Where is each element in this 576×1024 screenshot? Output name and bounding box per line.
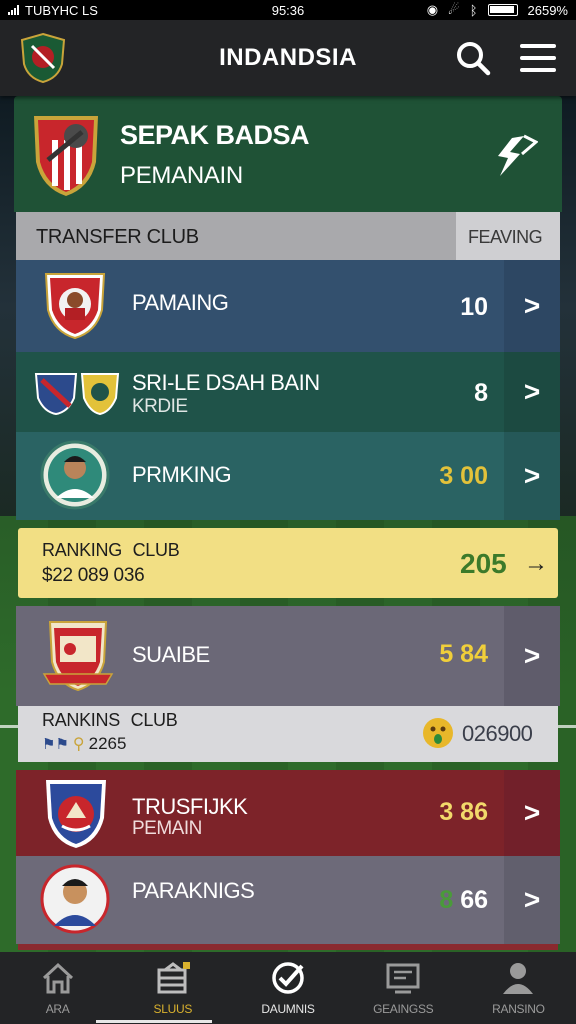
ranking-value: 026900: [462, 721, 533, 746]
row-value: 5 84: [439, 640, 488, 668]
row-chevron-button[interactable]: >: [504, 260, 560, 352]
nav-label: DAUMNIS: [261, 1002, 315, 1016]
clock: 95:36: [271, 2, 305, 18]
row-value: 8: [474, 379, 488, 407]
club-badge-icon: [34, 373, 78, 416]
home-icon: [42, 962, 73, 994]
chevron-right-icon: >: [523, 376, 541, 407]
ranking-card[interactable]: RANKING CLUB $22 089 036 205 →: [18, 528, 558, 598]
club-badge-icon: [44, 273, 106, 340]
battery-icon: [487, 4, 518, 16]
club-badge-icon: [80, 373, 120, 416]
wifi-icon: ☄: [448, 2, 460, 17]
list-item[interactable]: PAMAING 10 >: [16, 260, 560, 352]
emoji-icon: [423, 718, 453, 748]
signal-icon: [8, 5, 19, 15]
chevron-right-icon: >: [523, 884, 541, 915]
chevron-right-icon: >: [523, 640, 541, 671]
row-name: PAMAING: [132, 290, 229, 315]
player-avatar: [40, 440, 110, 510]
club-badge-icon: [46, 780, 106, 848]
row-chevron-button[interactable]: >: [504, 606, 560, 706]
nav-item-ransino[interactable]: RANSINO: [461, 952, 576, 1024]
list-item[interactable]: SRI-LE DSAH BAIN KRDIE 8 >: [16, 352, 560, 432]
app-header: INDANDSIA: [0, 20, 576, 96]
content-panel: SEPAK BADSA PEMANAIN TRANSFER CLUB FEAVI…: [14, 96, 562, 950]
row-chevron-button[interactable]: >: [504, 432, 560, 520]
active-tab-indicator: [96, 1020, 212, 1023]
nav-item-home[interactable]: ARA: [0, 952, 115, 1024]
tab-feaving[interactable]: FEAVING: [456, 212, 560, 260]
ranking-meta: ⚑⚑ ⚲ 2265: [42, 734, 126, 754]
ranking-card[interactable]: RANKINS CLUB ⚑⚑ ⚲ 2265 026900: [18, 706, 558, 762]
row-chevron-button[interactable]: >: [504, 770, 560, 856]
row-name: PRMKING: [132, 462, 232, 487]
row-name: SRI-LE DSAH BAIN: [132, 370, 320, 395]
bottom-navigation: ARA SLUUS DAUMNIS GEAINGSS RANSINO: [0, 952, 576, 1024]
tab-bar: TRANSFER CLUB FEAVING: [16, 212, 560, 260]
search-icon[interactable]: [455, 40, 491, 76]
row-value-prefix: 8: [439, 886, 454, 914]
arrow-right-icon[interactable]: →: [524, 550, 548, 578]
row-subtitle: PEMAIN: [132, 818, 202, 839]
hero-subtitle: PEMANAIN: [120, 162, 243, 189]
alarm-icon: ◉: [426, 2, 439, 17]
club-crest-icon: [34, 116, 98, 196]
players-icon: ⚑⚑: [42, 736, 69, 753]
ranking-amount: 2265: [88, 734, 127, 753]
row-chevron-button[interactable]: >: [504, 856, 560, 944]
row-name: SUAIBE: [132, 642, 210, 667]
list-item[interactable]: PARAKNIGS 8 66 >: [16, 856, 560, 944]
ranking-value: 205: [460, 548, 507, 579]
row-value: 3 00: [439, 462, 488, 490]
row-value-main: 66: [460, 886, 488, 914]
nav-item-clubs[interactable]: SLUUS: [115, 952, 230, 1024]
row-value: 8 66: [439, 886, 488, 915]
bluetooth-icon: ᛒ: [469, 2, 478, 18]
nav-label: RANSINO: [492, 1002, 545, 1016]
nav-label: SLUUS: [153, 1002, 193, 1016]
status-bar: TUBYHC LS 95:36 ◉ ☄ ᛒ 2659%: [0, 0, 576, 20]
check-icon: [272, 962, 304, 994]
list-footer-strip: [18, 944, 558, 950]
nav-item-daumnis[interactable]: DAUMNIS: [230, 952, 345, 1024]
hero-banner: SEPAK BADSA PEMANAIN: [14, 96, 562, 212]
row-chevron-button[interactable]: >: [504, 352, 560, 432]
row-value: 10: [460, 293, 488, 321]
battery-percent: 2659%: [527, 2, 568, 18]
tv-icon: [386, 963, 420, 994]
club-badge-icon: [42, 621, 114, 692]
player-avatar: [40, 864, 110, 934]
row-name: TRUSFIJKK: [132, 794, 248, 819]
nav-label: GEAINGSS: [373, 1002, 434, 1016]
location-icon: ⚲: [72, 736, 85, 753]
user-icon: [503, 963, 534, 994]
clubs-icon: [157, 962, 190, 994]
nav-item-geaingss[interactable]: GEAINGSS: [346, 952, 461, 1024]
ranking-amount: $22 089 036: [42, 565, 145, 586]
row-name: PARAKNIGS: [132, 878, 255, 903]
tab-transfer-club[interactable]: TRANSFER CLUB: [16, 212, 456, 260]
ranking-label: RANKING CLUB: [42, 540, 180, 560]
carrier-label: TUBYHC LS: [25, 2, 98, 18]
list-item[interactable]: SUAIBE 5 84 >: [16, 606, 560, 706]
nav-label: ARA: [45, 1002, 70, 1016]
chevron-right-icon: >: [523, 797, 541, 828]
ranking-label: RANKINS CLUB: [42, 710, 178, 730]
hamburger-menu-icon[interactable]: [520, 44, 556, 72]
row-subtitle: KRDIE: [132, 396, 188, 417]
hero-title: SEPAK BADSA: [120, 120, 310, 150]
chevron-right-icon: >: [523, 460, 541, 491]
row-value: 3 86: [439, 798, 488, 826]
lightning-icon[interactable]: [490, 134, 538, 178]
list-item[interactable]: TRUSFIJKK PEMAIN 3 86 >: [16, 770, 560, 856]
list-item[interactable]: PRMKING 3 00 >: [16, 432, 560, 520]
chevron-right-icon: >: [523, 290, 541, 321]
